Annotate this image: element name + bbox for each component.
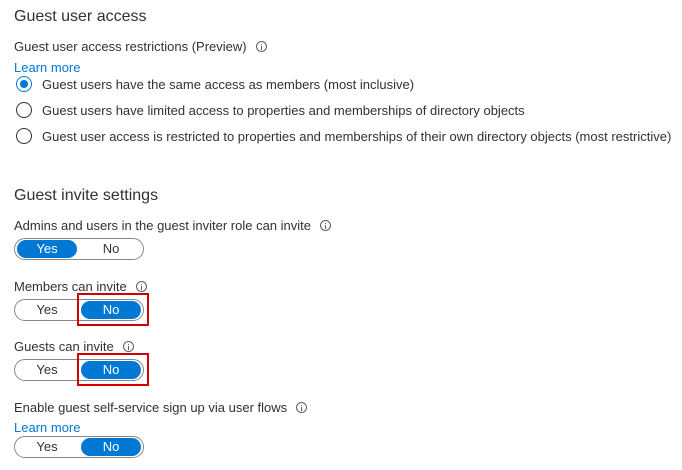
radio-label: Guest user access is restricted to prope… — [42, 128, 672, 144]
toggle-yes-option[interactable]: Yes — [15, 437, 79, 457]
info-icon[interactable] — [296, 402, 308, 413]
members-invite-label-text: Members can invite — [14, 279, 127, 294]
info-icon[interactable] — [135, 281, 147, 292]
info-icon[interactable] — [320, 220, 331, 231]
restrictions-label: Guest user access restrictions (Preview) — [14, 39, 267, 54]
learn-more-link[interactable]: Learn more — [14, 60, 80, 75]
self-service-learn-more-link[interactable]: Learn more — [14, 420, 80, 435]
info-icon[interactable] — [255, 41, 267, 52]
radio-label: Guest users have limited access to prope… — [42, 102, 525, 118]
self-service-toggle[interactable]: Yes No — [14, 436, 144, 458]
radio-option-limited-access[interactable]: Guest users have limited access to prope… — [16, 102, 525, 118]
self-service-label: Enable guest self-service sign up via us… — [14, 400, 308, 415]
radio-button[interactable] — [16, 128, 32, 144]
radio-button[interactable] — [16, 102, 32, 118]
admins-invite-label-text: Admins and users in the guest inviter ro… — [14, 218, 311, 233]
guest-invite-settings-title: Guest invite settings — [14, 187, 159, 204]
guest-settings-page: Guest user access Guest user access rest… — [0, 0, 682, 470]
radio-button-checked[interactable] — [16, 76, 32, 92]
self-service-label-text: Enable guest self-service sign up via us… — [14, 400, 288, 415]
guests-invite-label-text: Guests can invite — [14, 339, 114, 354]
toggle-yes-option[interactable]: Yes — [15, 300, 79, 320]
info-icon[interactable] — [122, 341, 134, 352]
radio-label: Guest users have the same access as memb… — [42, 76, 415, 92]
guest-user-access-title: Guest user access — [14, 8, 147, 25]
toggle-no-option[interactable]: No — [79, 239, 143, 259]
toggle-yes-option[interactable]: Yes — [15, 360, 79, 380]
toggle-yes-option[interactable]: Yes — [15, 239, 79, 259]
toggle-no-option[interactable]: No — [79, 437, 143, 457]
restrictions-label-text: Guest user access restrictions (Preview) — [14, 39, 247, 54]
members-invite-label: Members can invite — [14, 279, 147, 294]
admins-invite-toggle[interactable]: Yes No — [14, 238, 144, 260]
radio-option-same-access[interactable]: Guest users have the same access as memb… — [16, 76, 414, 92]
guests-invite-label: Guests can invite — [14, 339, 134, 354]
admins-invite-label: Admins and users in the guest inviter ro… — [14, 218, 331, 233]
radio-option-restricted-access[interactable]: Guest user access is restricted to prope… — [16, 128, 671, 144]
